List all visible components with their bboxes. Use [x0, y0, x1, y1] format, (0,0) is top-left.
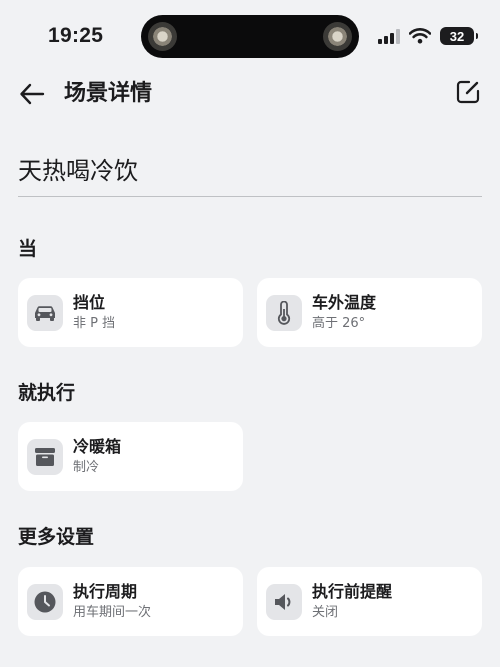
condition-card-outside-temp[interactable]: 车外温度 高于 26° — [257, 278, 482, 347]
card-label: 车外温度 — [312, 292, 377, 312]
card-label: 执行周期 — [73, 581, 138, 601]
back-arrow-icon[interactable] — [18, 80, 46, 108]
thermometer-icon — [266, 294, 302, 331]
island-left-indicator-icon — [148, 22, 177, 51]
wifi-icon — [409, 28, 431, 44]
island-right-indicator-icon — [323, 22, 352, 51]
edit-icon[interactable] — [454, 78, 482, 106]
card-value: 用车期间一次 — [73, 604, 152, 620]
page-title: 场景详情 — [64, 81, 153, 106]
cellular-signal-icon — [378, 28, 400, 44]
scene-name-divider — [18, 196, 482, 197]
card-value: 非 P 挡 — [73, 315, 116, 331]
cooler-box-icon — [27, 438, 63, 475]
section-title-when: 当 — [18, 238, 38, 260]
setting-card-pre-execution-reminder[interactable]: 执行前提醒 关闭 — [257, 567, 482, 636]
card-value: 关闭 — [312, 604, 339, 620]
card-value: 高于 26° — [312, 315, 366, 331]
setting-card-execution-period[interactable]: 执行周期 用车期间一次 — [18, 567, 243, 636]
card-label: 挡位 — [73, 292, 106, 312]
clock-icon — [27, 583, 63, 620]
dynamic-island — [141, 15, 359, 58]
section-title-more-settings: 更多设置 — [18, 526, 95, 548]
action-card-cooler-box[interactable]: 冷暖箱 制冷 — [18, 422, 243, 491]
card-label: 冷暖箱 — [73, 436, 122, 456]
battery-icon: 32 — [440, 27, 478, 45]
scene-detail-screen: 19:25 32 场景详情 天热喝冷饮 当 挡位 非 P 挡 车外温度 高于 2… — [0, 0, 500, 667]
status-time: 19:25 — [48, 24, 104, 47]
speaker-icon — [266, 583, 302, 620]
section-title-then: 就执行 — [18, 382, 76, 404]
status-indicators: 32 — [378, 26, 478, 46]
car-icon — [27, 294, 63, 331]
card-label: 执行前提醒 — [312, 581, 393, 601]
condition-card-gear[interactable]: 挡位 非 P 挡 — [18, 278, 243, 347]
scene-name[interactable]: 天热喝冷饮 — [18, 155, 138, 187]
card-value: 制冷 — [73, 459, 100, 475]
